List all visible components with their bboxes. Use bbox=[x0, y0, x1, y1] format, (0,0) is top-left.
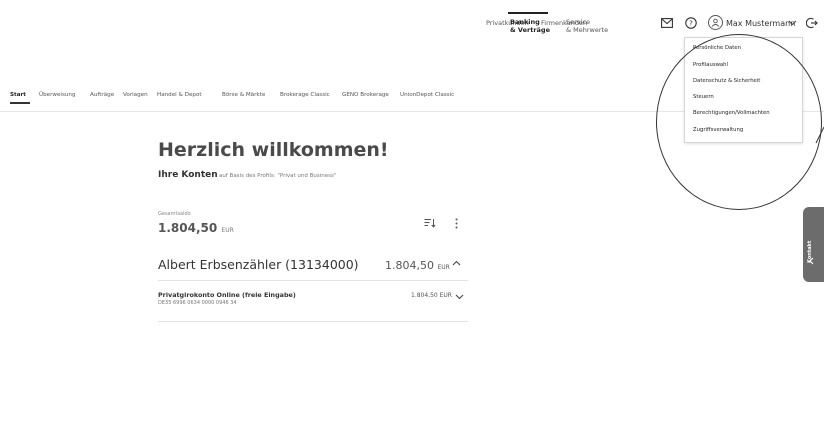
subnav-brokerage-classic[interactable]: Brokerage Classic bbox=[280, 92, 330, 98]
chevron-up-icon[interactable] bbox=[452, 258, 461, 269]
subnav-geno-brokerage[interactable]: GENO Brokerage bbox=[342, 92, 389, 98]
account-iban: DE35 6996 0634 0000 0946 34 bbox=[158, 300, 237, 306]
nav-active-indicator bbox=[508, 12, 548, 14]
saldo-value: 1.804,50 EUR bbox=[158, 221, 234, 235]
account-group-value: 1.804,50 bbox=[385, 259, 434, 272]
subnav-start[interactable]: Start bbox=[10, 92, 26, 98]
logout-icon[interactable] bbox=[805, 16, 819, 30]
nav-service-line1: Service bbox=[566, 18, 591, 26]
subnav-active-indicator bbox=[10, 102, 30, 104]
nav-banking-line2: & Verträge bbox=[510, 26, 550, 34]
saldo-amount: 1.804,50 bbox=[158, 221, 218, 235]
page-title: Herzlich willkommen! bbox=[158, 139, 389, 161]
menu-item-persoenliche-daten[interactable]: Persönliche Daten bbox=[693, 45, 741, 51]
konten-subtitle: auf Basis des Profils: "Privat und Busin… bbox=[219, 173, 337, 179]
subnav-uniondepot-classic[interactable]: UnionDepot Classic bbox=[400, 92, 454, 98]
divider bbox=[158, 280, 468, 281]
help-icon[interactable]: ? bbox=[684, 16, 698, 30]
nav-banking-line1: Banking bbox=[510, 18, 540, 26]
user-menu-dropdown: Persönliche Daten Profilauswahl Datensch… bbox=[684, 37, 803, 143]
more-options-icon[interactable] bbox=[455, 218, 458, 232]
kontakt-tab[interactable]: Kontakt bbox=[803, 207, 824, 282]
svg-text:?: ? bbox=[689, 20, 693, 28]
account-group-currency: EUR bbox=[437, 264, 450, 271]
konten-title: Ihre Konten bbox=[158, 170, 218, 180]
user-avatar-icon[interactable] bbox=[708, 15, 723, 30]
chevron-down-icon[interactable] bbox=[785, 16, 799, 30]
menu-item-datenschutz-sicherheit[interactable]: Datenschutz & Sicherheit bbox=[693, 78, 760, 84]
account-group-amount: 1.804,50 EUR bbox=[385, 259, 450, 272]
saldo-currency: EUR bbox=[221, 227, 234, 234]
account-title: Privatgirokonto Online (freie Eingabe) bbox=[158, 291, 296, 299]
nav-banking-vertraege[interactable]: Banking & Verträge bbox=[510, 18, 550, 34]
nav-service-line2: & Mehrwerte bbox=[566, 26, 609, 34]
account-group-name[interactable]: Albert Erbsenzähler (13134000) bbox=[158, 257, 359, 272]
subnav-vorlagen[interactable]: Vorlagen bbox=[123, 92, 148, 98]
subnav-auftraege[interactable]: Aufträge bbox=[90, 92, 114, 98]
menu-item-berechtigungen[interactable]: Berechtigungen/Vollmachten bbox=[693, 110, 770, 116]
menu-item-profilauswahl[interactable]: Profilauswahl bbox=[693, 62, 728, 68]
account-amount: 1.804,50 EUR bbox=[411, 292, 452, 299]
chevron-left-icon bbox=[808, 257, 815, 268]
sort-icon[interactable] bbox=[424, 218, 436, 231]
menu-item-zugriffsverwaltung[interactable]: Zugriffsverwaltung bbox=[693, 127, 743, 133]
subnav-boerse-maerkte[interactable]: Börse & Märkte bbox=[222, 92, 265, 98]
saldo-label: Gesamtsaldo bbox=[158, 211, 191, 217]
highlight-pointer bbox=[815, 126, 824, 144]
subnav-handel-depot[interactable]: Handel & Depot bbox=[157, 92, 202, 98]
nav-service-mehrwerte[interactable]: Service & Mehrwerte bbox=[566, 18, 608, 34]
menu-item-steuern[interactable]: Steuern bbox=[693, 94, 714, 100]
chevron-down-icon[interactable] bbox=[455, 293, 464, 303]
divider bbox=[158, 321, 468, 322]
subnav-ueberweisung[interactable]: Überweisung bbox=[39, 92, 76, 98]
mail-icon[interactable] bbox=[660, 16, 674, 30]
